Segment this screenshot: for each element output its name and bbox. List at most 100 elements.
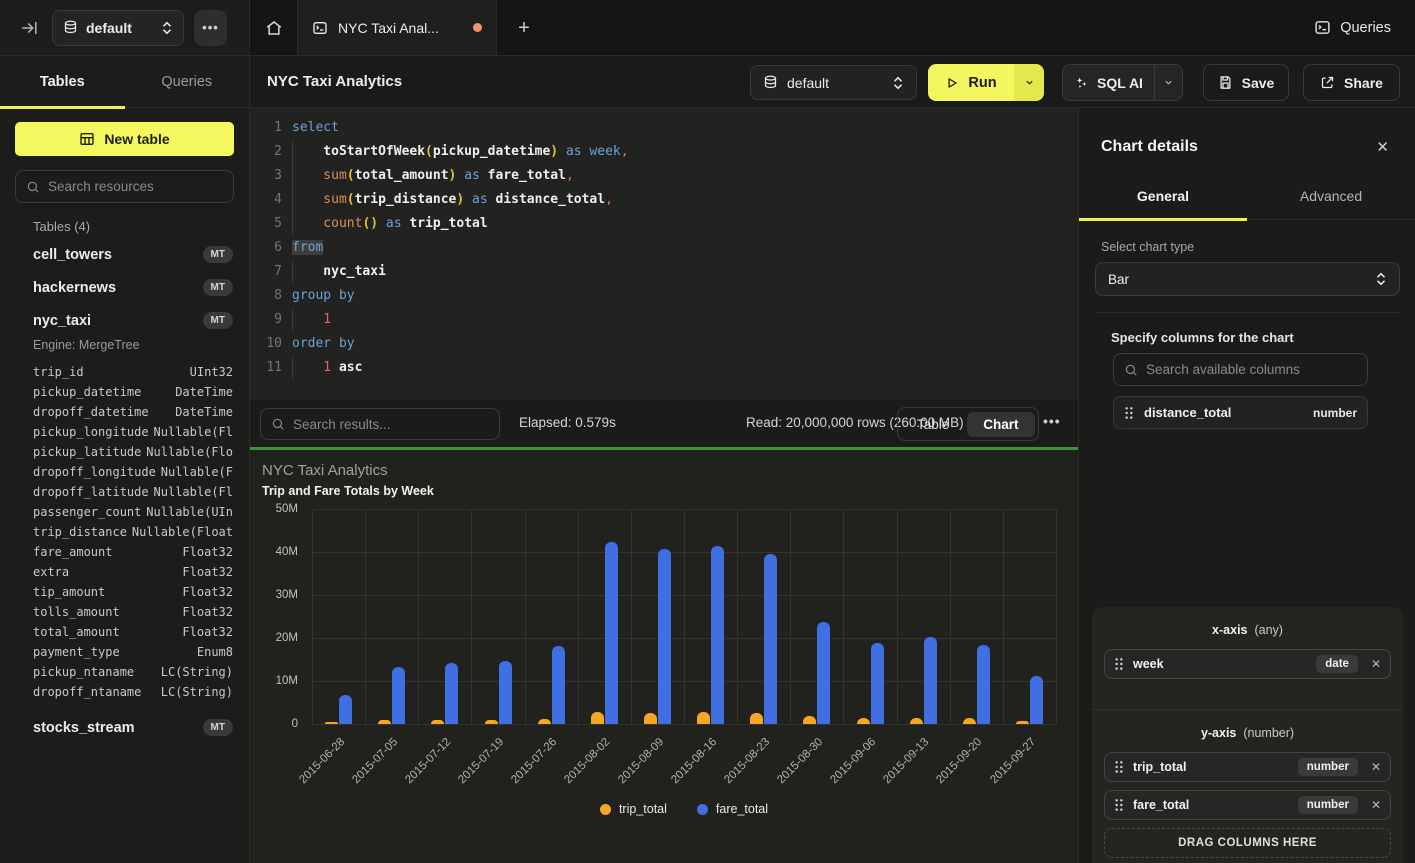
drag-handle-icon[interactable] bbox=[1114, 657, 1124, 671]
columns-search-input[interactable]: Search available columns bbox=[1113, 353, 1368, 386]
sidebar-tab-tables[interactable]: Tables bbox=[0, 56, 125, 107]
new-table-label: New table bbox=[104, 131, 169, 147]
code-token bbox=[488, 192, 496, 207]
drag-handle-icon[interactable] bbox=[1114, 798, 1124, 812]
new-table-button[interactable]: New table bbox=[15, 122, 234, 156]
sidebar-database-select[interactable]: default bbox=[52, 10, 184, 46]
x-axis-tick-label: 2015-09-27 bbox=[988, 736, 1038, 786]
remove-icon[interactable]: ✕ bbox=[1371, 760, 1381, 774]
sidebar-item-stocks-stream[interactable]: stocks_stream MT bbox=[33, 719, 233, 736]
engine-badge: MT bbox=[203, 246, 233, 263]
bar-fare_total-2015-07-19 bbox=[499, 661, 512, 724]
columns-search-placeholder: Search available columns bbox=[1146, 362, 1300, 377]
chart-type-select[interactable]: Bar bbox=[1095, 262, 1400, 296]
remove-icon[interactable]: ✕ bbox=[1371, 798, 1381, 812]
available-column-distance-total[interactable]: distance_total number bbox=[1113, 396, 1368, 429]
line-code: 1 bbox=[282, 308, 331, 332]
code-token bbox=[464, 192, 472, 207]
sql-editor[interactable]: 1 select 2 toStartOfWeek(pickup_datetime… bbox=[250, 108, 1078, 400]
run-button[interactable]: Run bbox=[928, 64, 1014, 101]
sqlai-caret[interactable] bbox=[1154, 65, 1182, 100]
line-number: 2 bbox=[250, 140, 282, 164]
sidebar-tab-queries[interactable]: Queries bbox=[125, 56, 250, 107]
line-number: 9 bbox=[250, 308, 282, 332]
bar-trip_total-2015-08-02 bbox=[591, 712, 604, 724]
y-axis-hint: (number) bbox=[1243, 726, 1294, 740]
code-token: 1 bbox=[323, 312, 331, 327]
bar-trip_total-2015-09-06 bbox=[857, 718, 870, 724]
line-code: sum(trip_distance) as distance_total, bbox=[282, 188, 613, 212]
x-axis-tick-label: 2015-09-06 bbox=[828, 736, 878, 786]
view-toggle-table[interactable]: Table bbox=[901, 412, 965, 437]
sqlai-button[interactable]: SQL AI bbox=[1063, 75, 1154, 91]
bar-fare_total-2015-07-12 bbox=[445, 663, 458, 724]
remove-icon[interactable]: ✕ bbox=[1371, 657, 1381, 671]
legend-item-trip_total[interactable]: trip_total bbox=[600, 802, 667, 816]
new-tab-button[interactable]: + bbox=[510, 14, 538, 42]
table-name: hackernews bbox=[33, 280, 116, 296]
table-grid-icon bbox=[79, 131, 95, 147]
column-type: UInt32 bbox=[190, 365, 233, 385]
results-more-button[interactable]: ••• bbox=[1043, 413, 1061, 429]
bar-trip_total-2015-09-20 bbox=[963, 718, 976, 724]
x-axis-item-week[interactable]: week date ✕ bbox=[1104, 649, 1391, 679]
code-token: trip_distance bbox=[355, 192, 457, 207]
y-axis-tick-label: 20M bbox=[276, 632, 298, 644]
table-name: nyc_taxi bbox=[33, 313, 91, 329]
tab-general[interactable]: General bbox=[1079, 172, 1247, 219]
drag-handle-icon[interactable] bbox=[1124, 406, 1134, 420]
sidebar-item-cell-towers[interactable]: cell_towers MT bbox=[33, 246, 233, 263]
column-type: Float32 bbox=[182, 565, 233, 585]
code-token: as bbox=[566, 144, 582, 159]
queries-button[interactable]: Queries bbox=[1314, 0, 1391, 55]
close-icon[interactable]: ✕ bbox=[1376, 138, 1389, 156]
sidebar-more-button[interactable]: ••• bbox=[194, 10, 227, 46]
bar-fare_total-2015-09-20 bbox=[977, 645, 990, 724]
code-token: ( bbox=[347, 168, 355, 183]
query-header: NYC Taxi Analytics default Run bbox=[250, 56, 1415, 108]
tab-nyc-taxi-analytics[interactable]: NYC Taxi Anal... bbox=[297, 0, 497, 55]
line-code: group by bbox=[282, 284, 355, 308]
bar-fare_total-2015-07-26 bbox=[552, 646, 565, 724]
gridline-vertical bbox=[631, 509, 632, 724]
axis-item-type-badge: date bbox=[1316, 655, 1358, 673]
collapse-sidebar-icon[interactable] bbox=[20, 19, 38, 37]
legend-item-fare_total[interactable]: fare_total bbox=[697, 802, 768, 816]
code-token: , bbox=[566, 168, 574, 183]
sidebar-top-row: default ••• bbox=[0, 0, 249, 56]
drag-handle-icon[interactable] bbox=[1114, 760, 1124, 774]
sidebar-database-value: default bbox=[86, 20, 153, 36]
code-token: group by bbox=[292, 288, 355, 303]
x-axis-tick-label: 2015-08-16 bbox=[669, 736, 719, 786]
code-token: trip_total bbox=[409, 216, 487, 231]
home-button[interactable] bbox=[250, 0, 297, 55]
drag-columns-dropzone[interactable]: DRAG COLUMNS HERE bbox=[1104, 828, 1391, 858]
sidebar-item-hackernews[interactable]: hackernews MT bbox=[33, 279, 233, 296]
bar-trip_total-2015-07-26 bbox=[538, 719, 551, 724]
column-name: pickup_longitude bbox=[33, 425, 149, 445]
sidebar-search-input[interactable]: Search resources bbox=[15, 170, 234, 203]
tab-advanced[interactable]: Advanced bbox=[1247, 172, 1415, 219]
code-token bbox=[292, 260, 323, 284]
sidebar-item-nyc-taxi[interactable]: nyc_taxi MT bbox=[33, 312, 233, 329]
x-axis-section: x-axis (any) week date ✕ bbox=[1092, 607, 1403, 709]
column-name: extra bbox=[33, 565, 69, 585]
column-name: dropoff_ntaname bbox=[33, 685, 141, 705]
y-axis-item-fare-total[interactable]: fare_total number ✕ bbox=[1104, 790, 1391, 820]
run-options-caret[interactable] bbox=[1014, 64, 1044, 101]
line-code: order by bbox=[282, 332, 355, 356]
bar-trip_total-2015-07-19 bbox=[485, 720, 498, 724]
column-row: pickup_datetime DateTime bbox=[33, 385, 233, 405]
bar-trip_total-2015-06-28 bbox=[325, 722, 338, 724]
results-search-input[interactable]: Search results... bbox=[260, 408, 500, 440]
column-name: dropoff_latitude bbox=[33, 485, 149, 505]
column-name: payment_type bbox=[33, 645, 120, 665]
view-toggle-chart[interactable]: Chart bbox=[967, 412, 1034, 437]
y-axis-item-trip-total[interactable]: trip_total number ✕ bbox=[1104, 752, 1391, 782]
save-button[interactable]: Save bbox=[1203, 64, 1289, 101]
header-database-select[interactable]: default bbox=[750, 65, 917, 100]
sqlai-button-group: SQL AI bbox=[1062, 64, 1183, 101]
share-button[interactable]: Share bbox=[1303, 64, 1400, 101]
line-number: 8 bbox=[250, 284, 282, 308]
column-name: pickup_datetime bbox=[33, 385, 141, 405]
